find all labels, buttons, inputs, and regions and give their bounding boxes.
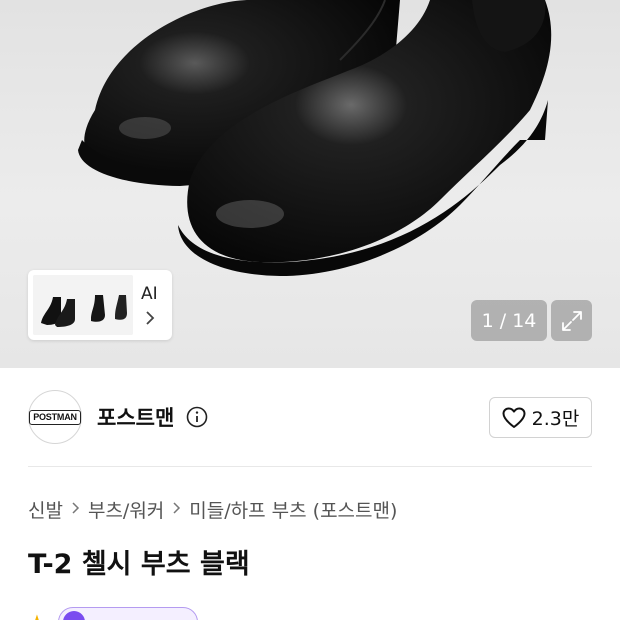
product-title: T-2 첼시 부츠 블랙	[28, 549, 250, 580]
expand-button[interactable]	[551, 300, 592, 341]
rating-row: ★	[28, 607, 198, 620]
brand-logo-text: POSTMAN	[29, 409, 81, 425]
heart-icon	[502, 407, 526, 428]
like-button[interactable]: 2.3만	[489, 397, 592, 438]
chevron-right-icon	[172, 499, 181, 520]
breadcrumb-item-boots[interactable]: 부츠/워커	[88, 496, 164, 523]
review-pill[interactable]	[57, 607, 198, 620]
brand-name[interactable]: 포스트맨	[97, 402, 174, 432]
thumbnail-image[interactable]	[31, 273, 135, 337]
brand-logo[interactable]: POSTMAN	[28, 390, 82, 444]
info-icon[interactable]	[186, 406, 208, 428]
chevron-right-icon	[71, 499, 80, 520]
chevron-right-icon[interactable]	[144, 310, 156, 331]
divider	[28, 466, 592, 467]
breadcrumb: 신발 부츠/워커 미들/하프 부츠 (포스트맨)	[28, 496, 397, 523]
ai-thumbnail-card[interactable]: AI	[28, 270, 172, 340]
breadcrumb-item-shoes[interactable]: 신발	[28, 496, 63, 523]
star-icon: ★	[28, 610, 46, 620]
like-count: 2.3만	[531, 408, 580, 430]
image-counter: 1 / 14	[471, 300, 547, 341]
breadcrumb-item-middle-half-boots[interactable]: 미들/하프 부츠 (포스트맨)	[189, 496, 397, 523]
pill-icon	[62, 611, 85, 620]
product-image[interactable]: AI 1 / 14	[0, 0, 620, 368]
expand-icon	[561, 310, 582, 331]
ai-label: AI	[141, 284, 158, 304]
